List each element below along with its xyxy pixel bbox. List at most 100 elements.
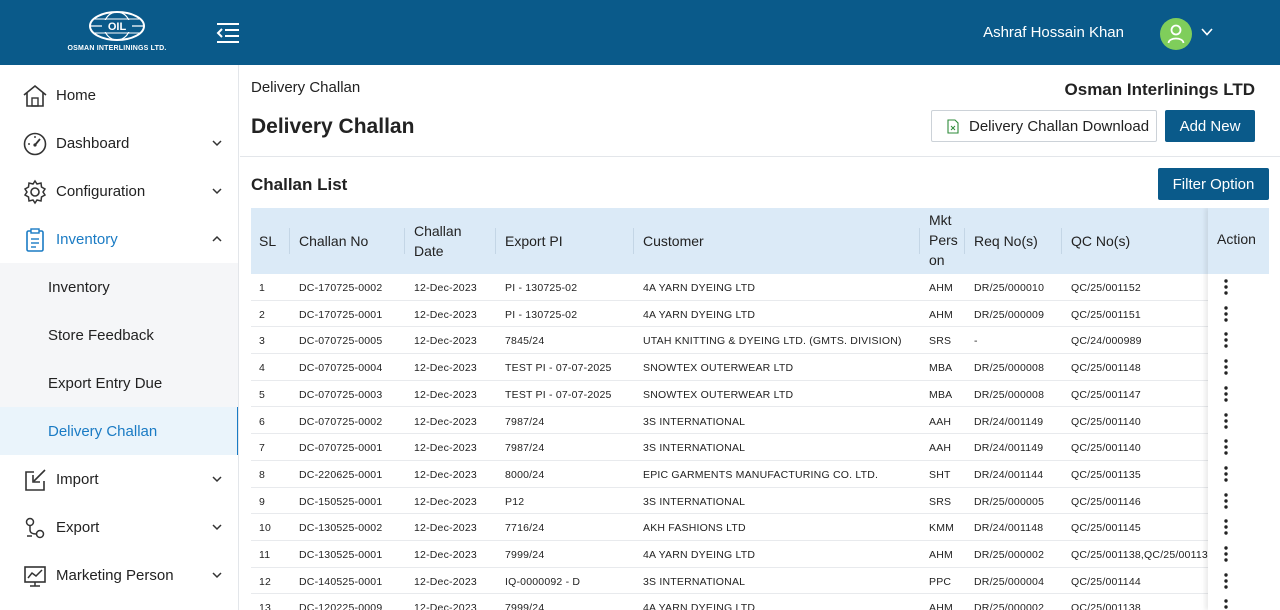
cell-customer: 3S INTERNATIONAL (643, 495, 746, 508)
sidebar-item-home[interactable]: Home (0, 71, 238, 119)
table-row[interactable]: 2 DC-170725-0001 12-Dec-2023 PI - 130725-02… (251, 301, 1269, 328)
cell-qc-no: QC/25/001151 (1071, 308, 1141, 321)
cell-customer: 4A YARN DYEING LTD (643, 308, 756, 321)
cell-challan-no: DC-070725-0005 (299, 335, 383, 348)
column-divider (1061, 228, 1062, 254)
cell-mkt-person: MBA (929, 388, 953, 401)
add-new-button[interactable]: Add New (1165, 110, 1255, 142)
table-row[interactable]: 4 DC-070725-0004 12-Dec-2023 TEST PI - 07-0… (251, 354, 1269, 381)
column-header-line: on (929, 252, 945, 268)
table-row[interactable]: 12 DC-140525-0001 12-Dec-2023 IQ-0000092 - … (251, 568, 1269, 595)
column-header-challan-date[interactable]: Challan Date (414, 221, 461, 261)
table-row[interactable]: 3 DC-070725-0005 12-Dec-2023 7845/24 UTAH KN… (251, 327, 1269, 355)
column-header-line: Date (414, 243, 444, 259)
sidebar-item-export[interactable]: Export (0, 503, 238, 551)
table-row[interactable]: 11 DC-130525-0001 12-Dec-2023 7999/24 4A YAR… (251, 541, 1269, 568)
cell-export-pi: IQ-0000092 - D (505, 575, 581, 588)
table-row[interactable]: 1 DC-170725-0002 12-Dec-2023 PI - 130725-02… (251, 274, 1269, 301)
cell-mkt-person: AHM (929, 282, 953, 294)
row-actions-kebab-icon[interactable] (1220, 384, 1232, 404)
sidebar-collapse-button[interactable] (214, 20, 242, 46)
table-row[interactable]: 9 DC-150525-0001 12-Dec-2023 P12 3S INTERNAT… (251, 488, 1269, 515)
table-header: SL Challan No Challan Date Export PI Cus… (251, 208, 1269, 274)
cell-challan-date: 12-Dec-2023 (414, 282, 477, 294)
cell-req-no: DR/25/000002 (974, 602, 1045, 610)
sidebar-item-configuration[interactable]: Configuration (0, 167, 238, 215)
cell-sl: 8 (259, 468, 266, 481)
sidebar-subitem-export-entry-due[interactable]: Export Entry Due (0, 359, 238, 407)
sidebar-item-dashboard[interactable]: Dashboard (0, 119, 238, 167)
user-name[interactable]: Ashraf Hossain Khan (983, 24, 1124, 41)
row-actions-kebab-icon[interactable] (1220, 464, 1232, 484)
divider (240, 156, 1280, 157)
user-menu-chevron-down-icon[interactable] (1200, 25, 1214, 39)
cell-req-no: DR/25/000008 (974, 388, 1045, 401)
row-actions-kebab-icon[interactable] (1220, 597, 1232, 610)
cell-mkt-person: SHT (929, 468, 951, 481)
avatar[interactable] (1160, 18, 1192, 50)
cell-customer: SNOWTEX OUTERWEAR LTD (643, 388, 794, 401)
home-icon (23, 84, 47, 107)
cell-mkt-person: AAH (929, 442, 952, 455)
column-divider (964, 228, 965, 254)
chevron-up-icon (212, 235, 222, 242)
delivery-challan-download-button[interactable]: Delivery Challan Download (931, 110, 1157, 142)
top-header: OIL OSMAN INTERLININGS LTD. Ashraf Hossa… (0, 0, 1280, 65)
logo-text: OSMAN INTERLININGS LTD. (67, 45, 167, 52)
row-actions-kebab-icon[interactable] (1220, 277, 1232, 297)
cell-challan-no: DC-170725-0002 (299, 282, 383, 294)
table-row[interactable]: 6 DC-070725-0002 12-Dec-2023 7987/24 3S INTE… (251, 408, 1269, 435)
cell-sl: 3 (259, 335, 266, 348)
sidebar-item-inventory[interactable]: Inventory (0, 215, 238, 263)
sidebar-item-marketing-person[interactable]: Marketing Person (0, 551, 238, 599)
cell-mkt-person: MBA (929, 362, 953, 375)
cell-req-no: DR/24/001148 (974, 522, 1044, 535)
row-actions-kebab-icon[interactable] (1220, 437, 1232, 457)
cell-req-no: DR/24/001149 (974, 442, 1044, 455)
row-actions-kebab-icon[interactable] (1220, 491, 1232, 511)
cell-qc-no: QC/24/000989 (1071, 335, 1142, 348)
column-header-sl[interactable]: SL (259, 231, 276, 251)
row-actions-kebab-icon[interactable] (1220, 544, 1232, 564)
sidebar-subitem-inventory[interactable]: Inventory (0, 263, 238, 311)
filter-option-button[interactable]: Filter Option (1158, 168, 1269, 200)
sidebar-subitem-store-feedback[interactable]: Store Feedback (0, 311, 238, 359)
row-actions-kebab-icon[interactable] (1220, 411, 1232, 431)
column-header-customer[interactable]: Customer (643, 231, 704, 251)
sidebar-item-import[interactable]: Import (0, 455, 238, 503)
row-actions-kebab-icon[interactable] (1220, 517, 1232, 537)
column-header-mkt-person[interactable]: Mkt Pers on (929, 210, 958, 270)
row-actions-kebab-icon[interactable] (1220, 357, 1232, 377)
page-title: Delivery Challan (251, 115, 415, 138)
column-header-qc-no[interactable]: QC No(s) (1071, 231, 1130, 251)
sidebar-item-label: Dashboard (56, 135, 130, 152)
cell-sl: 4 (259, 362, 266, 375)
table-row[interactable]: 7 DC-070725-0001 12-Dec-2023 7987/24 3S INTE… (251, 434, 1269, 461)
column-divider (919, 228, 920, 254)
row-actions-kebab-icon[interactable] (1220, 330, 1232, 350)
table-row[interactable]: 13 DC-120225-0009 12-Dec-2023 7999/24 4A YAR… (251, 594, 1269, 610)
table-row[interactable]: 5 DC-070725-0003 12-Dec-2023 TEST PI - 07-0… (251, 381, 1269, 408)
cell-challan-no: DC-140525-0001 (299, 575, 383, 588)
column-header-challan-no[interactable]: Challan No (299, 231, 368, 251)
table-row[interactable]: 8 DC-220625-0001 12-Dec-2023 8000/24 EPIC GA… (251, 461, 1269, 488)
sidebar-subitem-label: Delivery Challan (48, 423, 158, 440)
gear-icon (23, 179, 47, 205)
cell-export-pi: 7987/24 (505, 415, 545, 428)
company-logo[interactable]: OIL OSMAN INTERLININGS LTD. (62, 10, 172, 56)
table-row[interactable]: 10 DC-130525-0002 12-Dec-2023 7716/24 AKH FA… (251, 514, 1269, 541)
row-actions-kebab-icon[interactable] (1220, 571, 1232, 591)
cell-export-pi: 7999/24 (505, 549, 545, 561)
column-header-export-pi[interactable]: Export PI (505, 231, 563, 251)
sidebar-item-label: Import (56, 471, 99, 488)
column-header-req-no[interactable]: Req No(s) (974, 231, 1038, 251)
cell-export-pi: 7987/24 (505, 442, 545, 455)
cell-sl: 13 (259, 602, 272, 610)
cell-mkt-person: AHM (929, 549, 953, 561)
breadcrumb[interactable]: Delivery Challan (251, 79, 360, 96)
cell-challan-no: DC-070725-0001 (299, 442, 383, 455)
row-actions-kebab-icon[interactable] (1220, 304, 1232, 324)
sidebar-subitem-delivery-challan[interactable]: Delivery Challan (0, 407, 238, 455)
column-divider (633, 228, 634, 254)
dashboard-gauge-icon (23, 132, 47, 156)
